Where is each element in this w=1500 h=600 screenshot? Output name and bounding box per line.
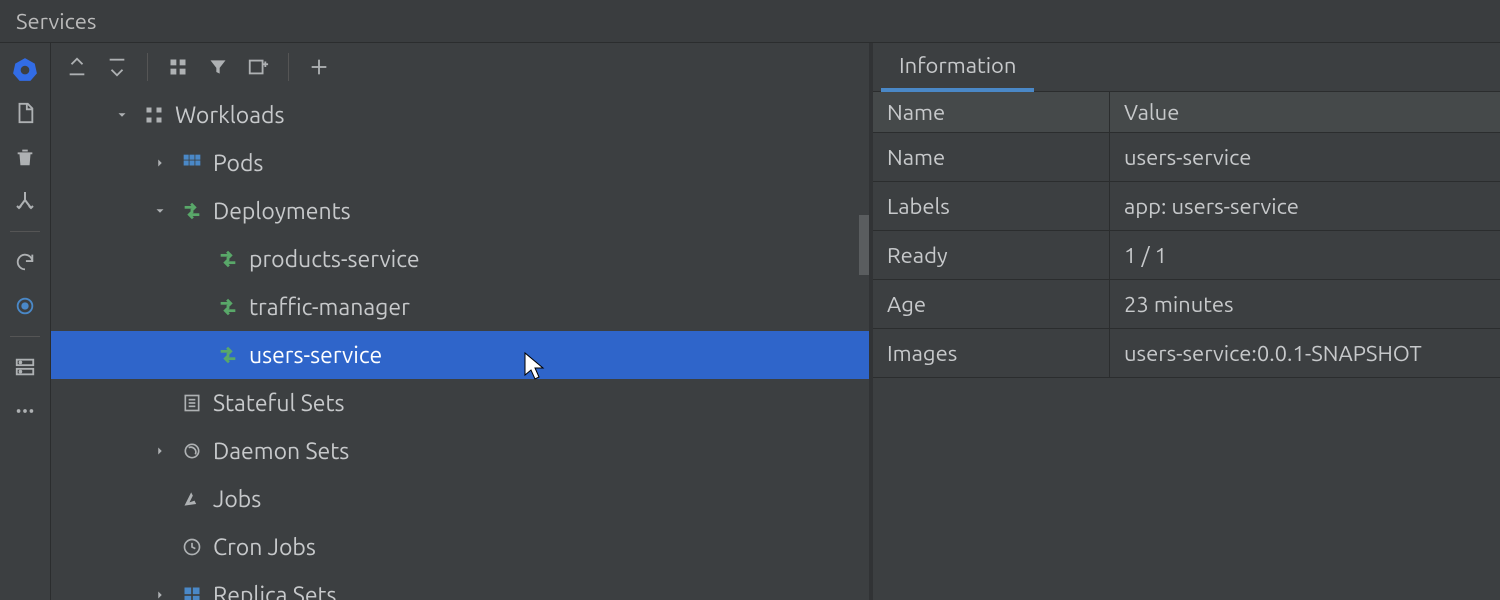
pods-icon — [175, 153, 209, 173]
cell-name: Ready — [873, 231, 1110, 279]
stateful-sets-icon — [175, 393, 209, 413]
tree-label: Daemon Sets — [209, 439, 349, 464]
tree-label: products-service — [245, 247, 420, 272]
server-icon[interactable] — [7, 349, 43, 385]
tree-node-replica-sets[interactable]: Replica Sets — [51, 571, 869, 600]
tree-label: Deployments — [209, 199, 351, 224]
cell-value: users-service:0.0.1-SNAPSHOT — [1110, 329, 1500, 377]
panel-title-bar: Services — [0, 0, 1500, 43]
cell-value: 1 / 1 — [1110, 231, 1500, 279]
cell-name: Name — [873, 133, 1110, 181]
filter-button[interactable] — [200, 49, 236, 85]
open-new-tab-button[interactable] — [240, 49, 276, 85]
refresh-icon[interactable] — [7, 244, 43, 280]
deployment-icon — [175, 200, 209, 222]
telepresence-icon[interactable] — [7, 183, 43, 219]
tree-label: Replica Sets — [209, 583, 337, 600]
tree-toolbar — [51, 43, 869, 91]
info-table: Name Value Name users-service Labels app… — [873, 92, 1500, 378]
tree-label: Workloads — [171, 103, 284, 128]
column-header-value[interactable]: Value — [1110, 92, 1500, 132]
expand-all-button[interactable] — [59, 49, 95, 85]
add-service-button[interactable] — [301, 49, 337, 85]
tree-node-pods[interactable]: Pods — [51, 139, 869, 187]
jobs-icon — [175, 489, 209, 509]
tree-node-daemon-sets[interactable]: Daemon Sets — [51, 427, 869, 475]
more-icon[interactable] — [7, 393, 43, 429]
tree-node-users-service[interactable]: users-service — [51, 331, 869, 379]
deployment-icon — [211, 344, 245, 366]
replica-sets-icon — [175, 585, 209, 600]
tree-label: traffic-manager — [245, 295, 410, 320]
left-rail — [0, 43, 51, 600]
table-header-row: Name Value — [873, 92, 1500, 133]
tree-node-workloads[interactable]: Workloads — [51, 91, 869, 139]
cell-name: Labels — [873, 182, 1110, 230]
table-row[interactable]: Ready 1 / 1 — [873, 231, 1500, 280]
table-row[interactable]: Name users-service — [873, 133, 1500, 182]
chevron-right-icon[interactable] — [145, 444, 175, 458]
cell-value: app: users-service — [1110, 182, 1500, 230]
table-row[interactable]: Images users-service:0.0.1-SNAPSHOT — [873, 329, 1500, 378]
tree-node-deployments[interactable]: Deployments — [51, 187, 869, 235]
tree-label: Cron Jobs — [209, 535, 316, 560]
deployment-icon — [211, 248, 245, 270]
tree-node-traffic-manager[interactable]: traffic-manager — [51, 283, 869, 331]
tree-label: Stateful Sets — [209, 391, 345, 416]
scrollbar-thumb[interactable] — [859, 215, 869, 275]
tree-node-jobs[interactable]: Jobs — [51, 475, 869, 523]
cell-value: 23 minutes — [1110, 280, 1500, 328]
group-by-button[interactable] — [160, 49, 196, 85]
tree-node-cron-jobs[interactable]: Cron Jobs — [51, 523, 869, 571]
cell-name: Age — [873, 280, 1110, 328]
tree-node-products-service[interactable]: products-service — [51, 235, 869, 283]
panel-title: Services — [16, 9, 96, 34]
tree-label: Jobs — [209, 487, 261, 512]
tree-node-stateful-sets[interactable]: Stateful Sets — [51, 379, 869, 427]
table-row[interactable]: Age 23 minutes — [873, 280, 1500, 329]
info-pane: Information Name Value Name users-servic… — [873, 43, 1500, 600]
daemon-sets-icon — [175, 441, 209, 461]
cell-value: users-service — [1110, 133, 1500, 181]
chevron-down-icon[interactable] — [107, 108, 137, 122]
target-icon[interactable] — [7, 288, 43, 324]
deployment-icon — [211, 296, 245, 318]
document-icon[interactable] — [7, 95, 43, 131]
trash-icon[interactable] — [7, 139, 43, 175]
tab-information[interactable]: Information — [881, 45, 1034, 92]
workloads-icon — [137, 105, 171, 125]
tree-label: Pods — [209, 151, 263, 176]
chevron-right-icon[interactable] — [145, 588, 175, 600]
column-header-name[interactable]: Name — [873, 92, 1110, 132]
tree-label: users-service — [245, 343, 382, 368]
tree: Workloads Pods — [51, 91, 869, 600]
chevron-right-icon[interactable] — [145, 156, 175, 170]
tab-label: Information — [899, 53, 1016, 78]
chevron-down-icon[interactable] — [145, 204, 175, 218]
cron-jobs-icon — [175, 537, 209, 557]
collapse-all-button[interactable] — [99, 49, 135, 85]
cell-name: Images — [873, 329, 1110, 377]
table-row[interactable]: Labels app: users-service — [873, 182, 1500, 231]
kubernetes-icon[interactable] — [7, 51, 43, 87]
